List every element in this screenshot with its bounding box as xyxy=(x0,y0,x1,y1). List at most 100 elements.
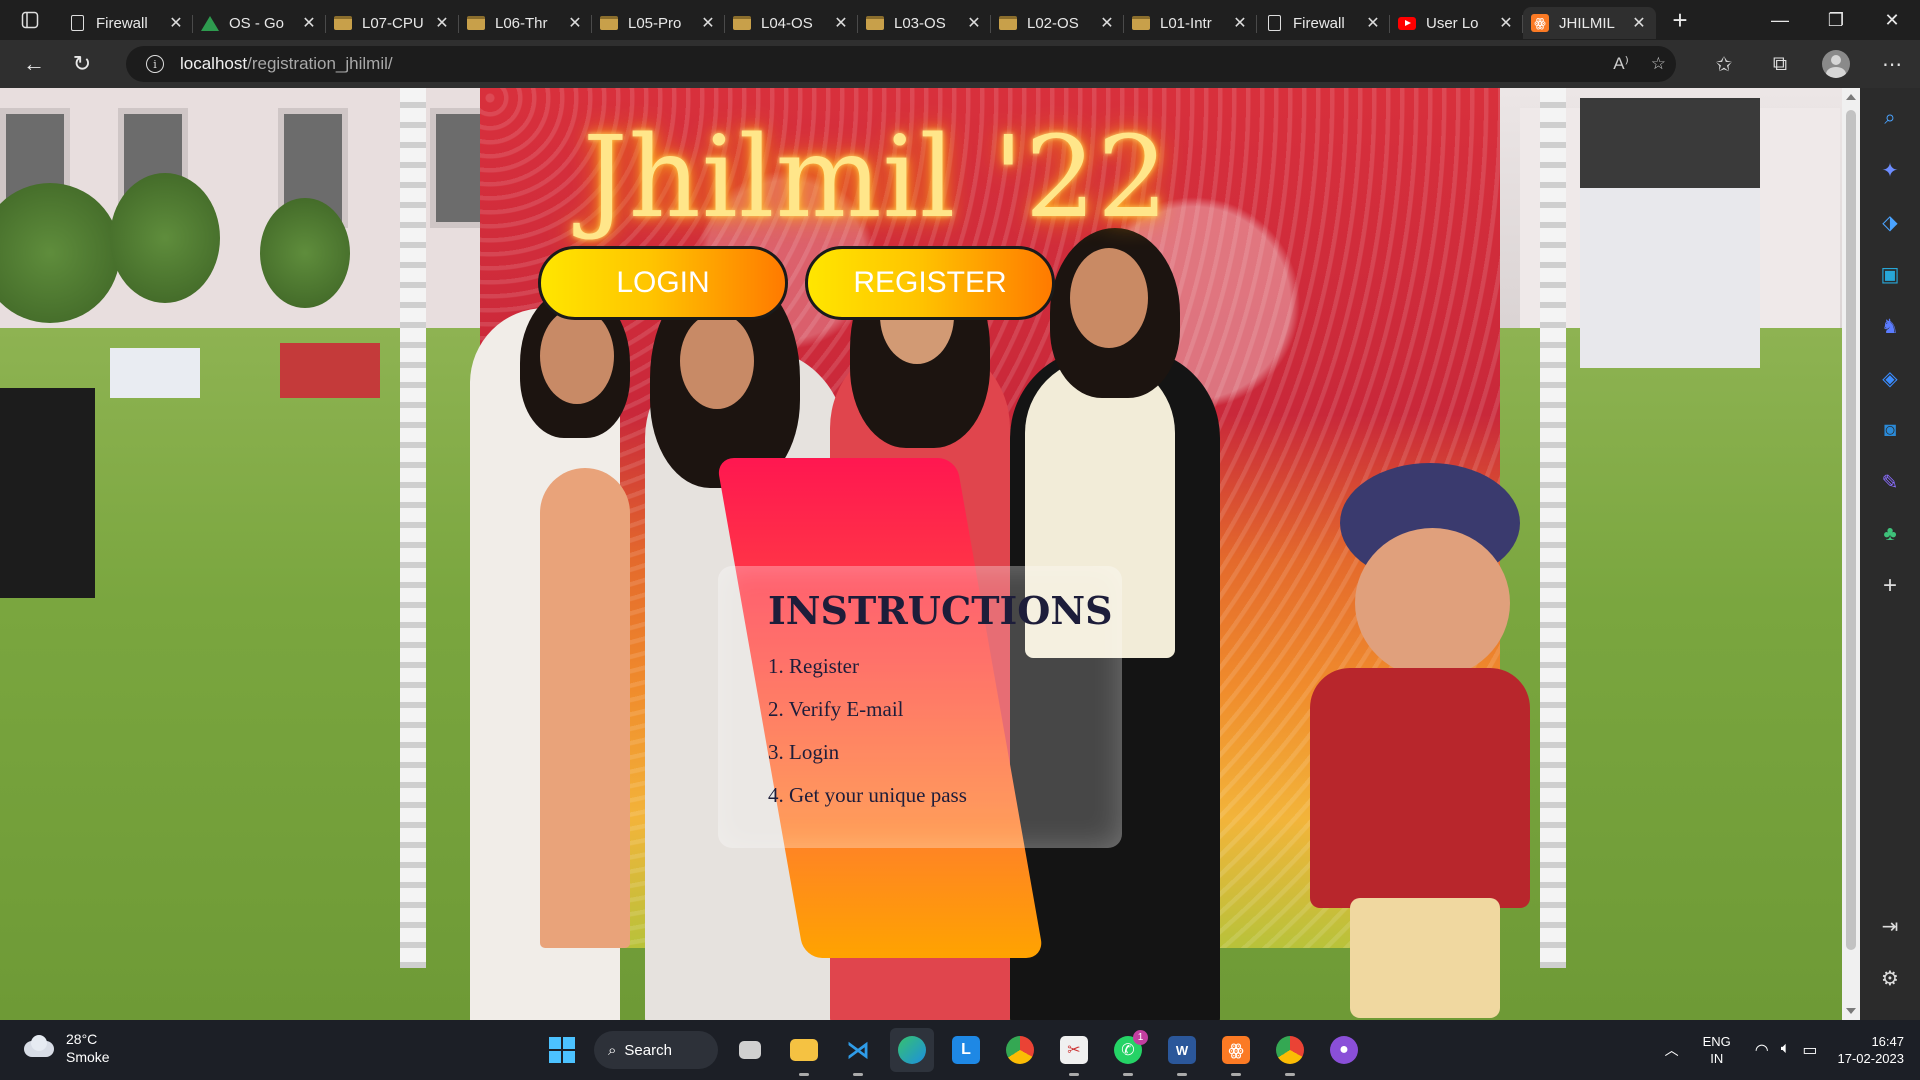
info-icon[interactable]: i xyxy=(146,55,164,73)
notification-badge: 1 xyxy=(1133,1030,1148,1045)
tab[interactable]: L05-Pro ✕ xyxy=(592,7,725,39)
tools-briefcase-icon[interactable]: ▣ xyxy=(1870,254,1910,294)
chrome-button[interactable] xyxy=(998,1028,1042,1072)
close-icon[interactable]: ✕ xyxy=(1364,13,1382,33)
favorites-icon[interactable]: ✩ xyxy=(1696,40,1752,88)
login-button[interactable]: LOGIN xyxy=(538,246,788,320)
tab[interactable]: Firewall ✕ xyxy=(60,7,193,39)
close-icon[interactable]: ✕ xyxy=(433,13,451,33)
games-icon[interactable]: ♞ xyxy=(1870,306,1910,346)
vscode-button[interactable]: ⋊ xyxy=(836,1028,880,1076)
gear-icon[interactable]: ⚙ xyxy=(1870,958,1910,998)
close-icon[interactable]: ✕ xyxy=(1098,13,1116,33)
register-button[interactable]: REGISTER xyxy=(805,246,1055,320)
add-favorite-icon[interactable]: ☆ xyxy=(1651,54,1666,74)
close-icon[interactable]: ✕ xyxy=(832,13,850,33)
scissors-icon: ✂ xyxy=(1060,1036,1088,1064)
scroll-down-icon[interactable] xyxy=(1846,1008,1856,1014)
microsoft-365-icon[interactable]: ◈ xyxy=(1870,358,1910,398)
more-menu-icon[interactable]: ⋯ xyxy=(1864,40,1920,88)
close-window-button[interactable]: ✕ xyxy=(1864,0,1920,40)
back-button[interactable]: ← xyxy=(12,44,56,84)
page-icon xyxy=(1265,14,1283,32)
volume-icon[interactable]: 🔈︎ xyxy=(1781,1040,1791,1060)
tab[interactable]: User Lo ✕ xyxy=(1390,7,1523,39)
browser-toolbar: ← ↻ i localhost/registration_jhilmil/ A⁾… xyxy=(0,40,1920,88)
scroll-up-icon[interactable] xyxy=(1846,94,1856,100)
battery-icon[interactable]: ▭ xyxy=(1802,1040,1817,1060)
close-icon[interactable]: ✕ xyxy=(167,13,185,33)
instruction-step: 1. Register xyxy=(768,654,859,678)
taskbar-search[interactable]: ⌕ Search xyxy=(594,1031,718,1069)
designer-icon[interactable]: ✎ xyxy=(1870,462,1910,502)
chrome-profile-button[interactable] xyxy=(1268,1028,1312,1076)
sidebar-hide-icon[interactable]: ⇥ xyxy=(1870,906,1910,946)
whatsapp-button[interactable]: ✆ 1 xyxy=(1106,1028,1150,1076)
l-app-button[interactable]: L xyxy=(944,1028,988,1072)
profile-button[interactable] xyxy=(1808,40,1864,88)
tab[interactable]: Firewall ✕ xyxy=(1257,7,1390,39)
start-button[interactable] xyxy=(540,1028,584,1072)
chevron-up-icon[interactable]: ︿ xyxy=(1665,1040,1679,1060)
tab[interactable]: L01-Intr ✕ xyxy=(1124,7,1257,39)
avatar xyxy=(1822,50,1850,78)
minimize-button[interactable]: — xyxy=(1752,0,1808,40)
close-icon[interactable]: ✕ xyxy=(300,13,318,33)
add-icon[interactable]: + xyxy=(1870,566,1910,606)
clock[interactable]: 16:47 17-02-2023 xyxy=(1838,1033,1905,1067)
xampp-icon: ꙮ xyxy=(1531,14,1549,32)
time: 16:47 xyxy=(1871,1034,1904,1049)
word-icon: W xyxy=(1168,1036,1196,1064)
folder-icon xyxy=(334,14,352,32)
copilot-icon[interactable]: ✦ xyxy=(1870,150,1910,190)
reload-button[interactable]: ↻ xyxy=(60,44,104,84)
page-scrollbar[interactable] xyxy=(1842,88,1860,1020)
tab[interactable]: OS - Go ✕ xyxy=(193,7,326,39)
chrome-icon xyxy=(1276,1036,1304,1064)
github-desktop-button[interactable]: ● xyxy=(1322,1028,1366,1072)
shopping-tag-icon[interactable]: ⬗ xyxy=(1870,202,1910,242)
instruction-step: 3. Login xyxy=(768,740,840,764)
task-view-button[interactable] xyxy=(728,1028,772,1072)
close-icon[interactable]: ✕ xyxy=(1231,13,1249,33)
address-bar[interactable]: i localhost/registration_jhilmil/ A⁾ ☆ xyxy=(126,46,1676,82)
close-icon[interactable]: ✕ xyxy=(965,13,983,33)
outlook-icon[interactable]: ◙ xyxy=(1870,410,1910,450)
tab[interactable]: L06-Thr ✕ xyxy=(459,7,592,39)
word-button[interactable]: W xyxy=(1160,1028,1204,1076)
edge-button[interactable] xyxy=(890,1028,934,1072)
tab[interactable]: L04-OS ✕ xyxy=(725,7,858,39)
tab-actions-button[interactable] xyxy=(0,0,60,40)
xampp-button[interactable]: ꙮ xyxy=(1214,1028,1258,1076)
file-explorer-button[interactable] xyxy=(782,1028,826,1076)
folder-icon xyxy=(733,14,751,32)
weather-widget[interactable]: 28°C Smoke xyxy=(22,1030,110,1066)
url-text[interactable]: localhost/registration_jhilmil/ xyxy=(180,54,393,74)
tab-actions-icon xyxy=(21,11,39,29)
new-tab-button[interactable]: + xyxy=(1660,5,1700,36)
vscode-icon: ⋊ xyxy=(846,1036,870,1064)
search-icon[interactable]: ⌕ xyxy=(1870,98,1910,138)
read-aloud-icon[interactable]: A⁾ xyxy=(1613,54,1629,74)
snipping-tool-button[interactable]: ✂ xyxy=(1052,1028,1096,1076)
instruction-step: 4. Get your unique pass xyxy=(768,783,967,807)
restore-button[interactable]: ❐ xyxy=(1808,0,1864,40)
page-icon xyxy=(68,14,86,32)
close-icon[interactable]: ✕ xyxy=(699,13,717,33)
close-icon[interactable]: ✕ xyxy=(566,13,584,33)
collections-icon[interactable]: ⧉ xyxy=(1752,40,1808,88)
window-controls: — ❐ ✕ xyxy=(1752,0,1920,40)
tab[interactable]: L07-CPU ✕ xyxy=(326,7,459,39)
language-indicator[interactable]: ENG IN xyxy=(1703,1033,1731,1067)
tab[interactable]: L02-OS ✕ xyxy=(991,7,1124,39)
tab[interactable]: L03-OS ✕ xyxy=(858,7,991,39)
close-icon[interactable]: ✕ xyxy=(1497,13,1515,33)
close-icon[interactable]: ✕ xyxy=(1630,13,1648,33)
wifi-icon[interactable]: ◠ xyxy=(1755,1040,1769,1060)
scroll-thumb[interactable] xyxy=(1846,110,1856,950)
tab-active[interactable]: ꙮ JHILMIL ✕ xyxy=(1523,7,1656,39)
folder-icon xyxy=(790,1039,818,1061)
edge-icon xyxy=(898,1036,926,1064)
tree-icon[interactable]: ♣ xyxy=(1870,514,1910,554)
weather-temperature: 28°C xyxy=(66,1031,98,1047)
